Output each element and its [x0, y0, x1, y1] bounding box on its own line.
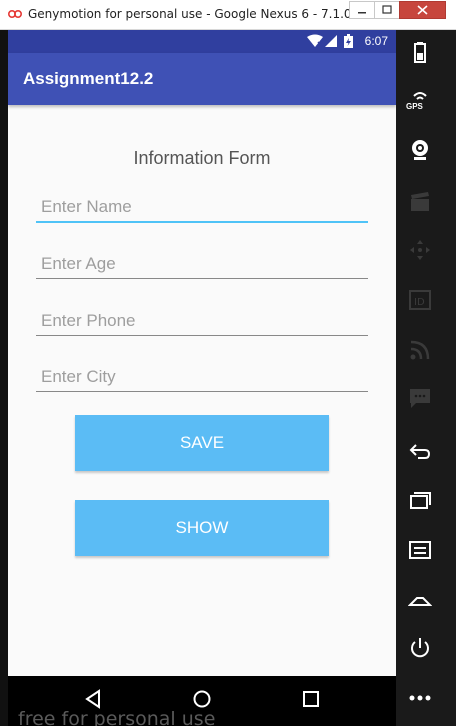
back-icon[interactable] — [84, 689, 102, 709]
rss-icon[interactable] — [408, 338, 432, 362]
webcam-icon[interactable] — [408, 138, 432, 162]
recents-icon[interactable] — [408, 488, 432, 512]
media-icon[interactable] — [408, 190, 432, 214]
back-icon[interactable] — [408, 440, 432, 464]
navigation-bar: free for personal use — [8, 676, 396, 726]
watermark: free for personal use — [18, 708, 216, 726]
app-title: Assignment12.2 — [23, 69, 154, 88]
dpad-icon[interactable] — [408, 238, 432, 262]
city-input[interactable] — [36, 362, 368, 391]
menu-icon[interactable] — [408, 538, 432, 562]
save-button[interactable]: SAVE — [75, 415, 329, 471]
age-field[interactable] — [36, 249, 368, 279]
home-icon[interactable] — [408, 588, 432, 612]
minimize-icon — [358, 12, 366, 14]
maximize-button[interactable] — [374, 1, 400, 19]
window-title: Genymotion for personal use - Google Nex… — [28, 7, 375, 21]
home-icon[interactable] — [192, 689, 212, 709]
name-field[interactable] — [36, 193, 368, 223]
svg-text:ID: ID — [414, 297, 425, 308]
form-heading: Information Form — [133, 148, 271, 168]
show-button[interactable]: SHOW — [75, 500, 329, 556]
close-button[interactable] — [399, 1, 446, 19]
gps-label: GPS — [406, 102, 423, 111]
window-titlebar: Genymotion for personal use - Google Nex… — [0, 0, 456, 30]
genymotion-logo-icon — [8, 10, 22, 18]
id-icon[interactable]: ID — [408, 288, 432, 312]
genymotion-sidebar: GPS ID — [396, 30, 456, 726]
minimize-button[interactable] — [349, 1, 375, 19]
close-icon — [417, 5, 428, 15]
battery-icon — [344, 34, 353, 48]
android-screen: 6:07 Assignment12.2 Information Form SAV… — [8, 30, 396, 676]
phone-input[interactable] — [36, 306, 368, 335]
signal-icon — [325, 35, 337, 47]
more-icon[interactable] — [408, 686, 432, 710]
city-field[interactable] — [36, 362, 368, 392]
battery-icon[interactable] — [408, 40, 432, 64]
phone-field[interactable] — [36, 306, 368, 336]
age-input[interactable] — [36, 249, 368, 278]
wifi-icon — [307, 34, 323, 47]
maximize-icon — [382, 5, 392, 14]
recents-icon[interactable] — [302, 689, 320, 709]
status-bar: 6:07 — [8, 30, 396, 53]
app-bar: Assignment12.2 — [8, 53, 396, 105]
name-input[interactable] — [36, 193, 368, 221]
sms-icon[interactable] — [408, 386, 432, 410]
status-time: 6:07 — [364, 34, 388, 48]
power-icon[interactable] — [408, 636, 432, 660]
device-frame: 6:07 Assignment12.2 Information Form SAV… — [0, 30, 456, 726]
